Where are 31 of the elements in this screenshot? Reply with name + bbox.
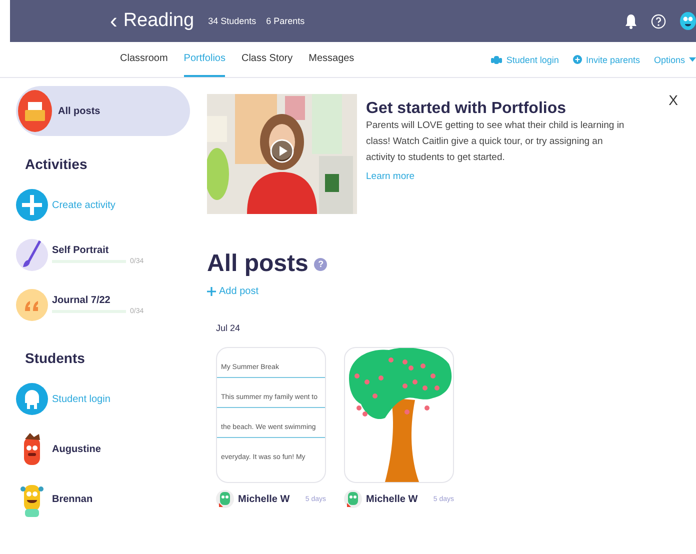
class-title: Reading	[123, 10, 194, 32]
plus-icon	[207, 287, 216, 296]
back-link[interactable]: ‹	[110, 8, 118, 34]
student-count: 34 Students	[208, 16, 256, 26]
plus-circle-icon	[572, 55, 582, 64]
close-button[interactable]: X	[668, 92, 678, 108]
banner-title: Get started with Portfolios	[366, 100, 568, 118]
activity-name[interactable]: Journal 7/22	[52, 295, 144, 306]
section-heading: Activities	[25, 156, 88, 172]
monster-avatar-icon	[344, 489, 362, 509]
monster-avatar-icon[interactable]	[680, 12, 696, 30]
mailbox-icon	[18, 90, 52, 132]
section-heading: Students	[25, 350, 86, 366]
student-name[interactable]: Augustine	[52, 444, 101, 454]
caret-icon	[689, 57, 696, 62]
author-name: Michelle W	[366, 494, 418, 504]
all-posts-item[interactable]: All posts	[16, 86, 190, 136]
date-label: Jul 24	[216, 323, 242, 333]
help-icon[interactable]	[651, 14, 666, 28]
nav-tab[interactable]: Classroom	[120, 42, 168, 77]
activity-name[interactable]: Self Portrait	[52, 245, 144, 256]
page-title: All posts	[207, 250, 308, 278]
author-name: Michelle W	[238, 494, 290, 504]
bell-icon[interactable]	[625, 14, 637, 28]
parent-count: 6 Parents	[266, 16, 305, 26]
student-name[interactable]: Brennan	[52, 494, 93, 504]
nav-tab[interactable]: Class Story	[241, 42, 293, 77]
monster-avatar-icon	[216, 489, 234, 509]
nav-tab[interactable]: Messages	[308, 42, 354, 77]
banner-text: Parents will LOVE getting to see what their child is learning in class! Watch Caitlin give a quick tour, or try assigning an activity to students to get started.	[366, 119, 626, 165]
play-icon[interactable]	[270, 139, 294, 163]
